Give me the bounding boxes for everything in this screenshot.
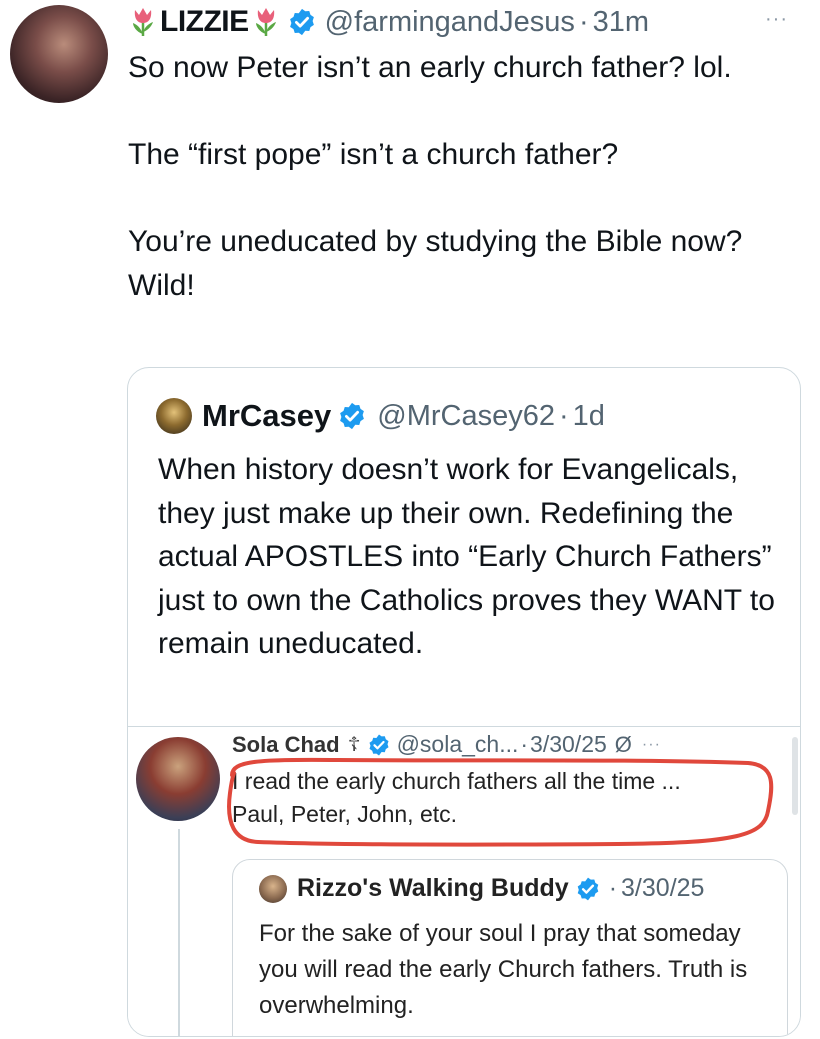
quoted-tweet-header: MrCasey @MrCasey62 · 1d [156,398,605,434]
nested-author-name: Rizzo's Walking Buddy [297,874,569,902]
embedded-screenshot[interactable]: Sola Chad ☦ @sola_ch... · 3/30/25 Ø ··· … [128,727,800,1036]
nested-date: 3/30/25 [621,874,705,902]
verified-badge-icon [289,8,314,36]
nested-quoted-text: For the sake of your soul I pray that so… [259,920,754,1019]
embedded-author-avatar [136,737,220,821]
nested-quoted-tweet: Rizzo's Walking Buddy · 3/30/25 For the … [232,859,788,1036]
quoted-author-handle: @MrCasey62 [377,399,555,432]
quoted-tweet-text: When history doesn’t work for Evangelica… [158,453,784,660]
author-name[interactable]: LIZZIE [160,5,249,39]
tweet-header: LIZZIE @farmingandJesus · 31m [128,2,649,42]
more-options-icon: ··· [641,735,661,753]
separator-dot: · [558,399,569,432]
separator-dot: · [578,5,589,38]
thread-line [178,829,180,1036]
scrollbar [792,737,798,815]
quoted-tweet-card[interactable]: MrCasey @MrCasey62 · 1d When history doe… [127,367,801,1037]
verified-badge-icon [577,877,598,900]
nested-author-avatar [259,874,287,903]
author-avatar[interactable] [10,5,108,103]
quoted-author-name: MrCasey [202,398,332,433]
tweet-text: So now Peter isn’t an early church fathe… [128,51,743,302]
separator-dot: · [608,874,618,902]
author-handle[interactable]: @farmingandJesus [325,6,575,39]
quoted-author-avatar [156,398,192,434]
quoted-timestamp: 1d [572,399,605,432]
nested-quoted-header: Rizzo's Walking Buddy · 3/30/25 [259,874,704,903]
more-options-icon[interactable]: ··· [765,8,788,31]
tweet-timestamp[interactable]: 31m [593,6,649,39]
tulip-emoji-icon [255,8,276,36]
tulip-emoji-icon [133,8,153,36]
red-highlight-circle [227,757,774,847]
verified-badge-icon [340,402,365,430]
